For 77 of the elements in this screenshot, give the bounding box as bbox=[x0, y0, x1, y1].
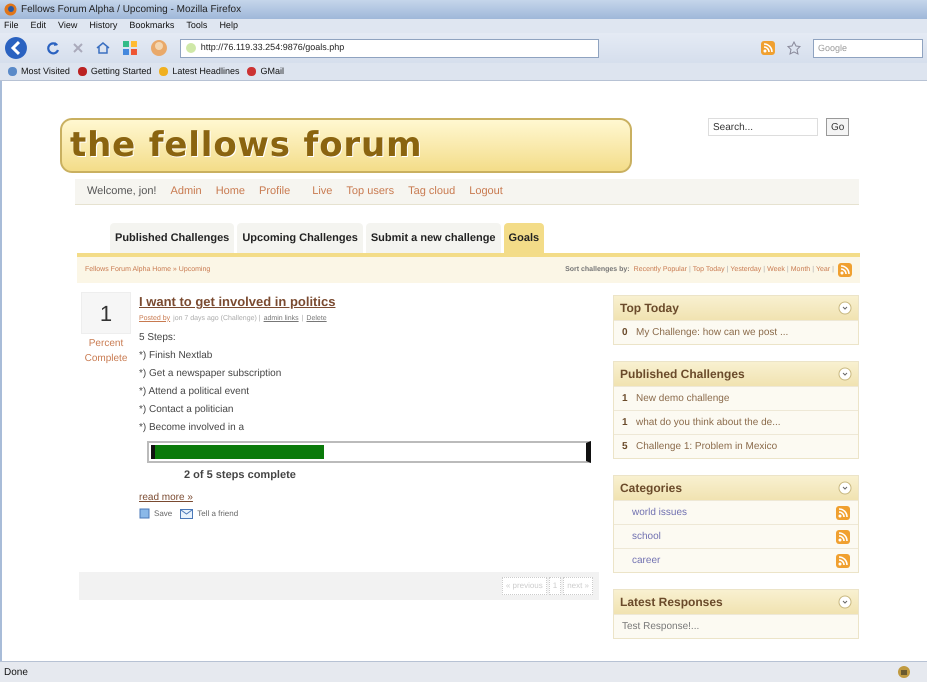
menu-item[interactable]: Bookmarks bbox=[129, 19, 174, 33]
step-item: *) Contact a politician bbox=[139, 403, 234, 417]
step-item: *) Finish Nextlab bbox=[139, 349, 214, 363]
welcome-text: Welcome, jon! bbox=[87, 184, 156, 200]
logo-text: the fellows forum bbox=[70, 124, 422, 167]
panel-title: Top Today bbox=[620, 300, 679, 317]
nav-link[interactable]: Profile bbox=[259, 183, 290, 200]
tab[interactable]: Upcoming Challenges bbox=[237, 223, 363, 253]
feed-icon[interactable] bbox=[761, 41, 776, 55]
tell-a-friend-link[interactable]: Tell a friend bbox=[180, 508, 238, 520]
go-button[interactable]: Go bbox=[826, 118, 850, 136]
feed-icon[interactable] bbox=[836, 554, 850, 568]
challenge-link[interactable]: My Challenge: how can we post ... bbox=[636, 325, 788, 340]
nav-link[interactable]: Live bbox=[312, 183, 332, 200]
bookmark-item[interactable]: Latest Headlines bbox=[159, 64, 240, 78]
menu-item[interactable]: Edit bbox=[30, 19, 46, 33]
address-text: http://76.119.33.254:9876/goals.php bbox=[200, 41, 344, 54]
panel-title: Latest Responses bbox=[620, 594, 723, 611]
search-field[interactable]: Search... bbox=[708, 118, 818, 136]
post-title-link[interactable]: I want to get involved in politics bbox=[139, 292, 591, 312]
menu-item[interactable]: History bbox=[89, 19, 118, 33]
vote-count: 1 bbox=[622, 392, 628, 406]
collapse-icon[interactable] bbox=[838, 481, 852, 495]
bookmark-item[interactable]: Most Visited bbox=[8, 64, 70, 78]
collapse-icon[interactable] bbox=[838, 595, 852, 609]
vote-count: 0 bbox=[622, 326, 628, 340]
web-search-field[interactable]: Google bbox=[812, 38, 923, 58]
tab[interactable]: Goals bbox=[504, 223, 544, 253]
save-icon[interactable] bbox=[139, 508, 150, 519]
count-box: 1 bbox=[81, 292, 131, 334]
nav-link[interactable]: Logout bbox=[469, 183, 503, 200]
home-icon[interactable] bbox=[96, 42, 110, 54]
address-bar[interactable]: http://76.119.33.254:9876/goals.php bbox=[180, 38, 600, 58]
challenge-link[interactable]: Challenge 1: Problem in Mexico bbox=[636, 439, 778, 454]
panel-title: Published Challenges bbox=[620, 366, 745, 383]
nav-link[interactable]: Tag cloud bbox=[408, 183, 456, 200]
feed-icon[interactable] bbox=[836, 506, 850, 520]
bookmark-item[interactable]: Getting Started bbox=[78, 64, 152, 78]
vote-count: 1 bbox=[622, 416, 628, 430]
status-icon[interactable] bbox=[897, 665, 911, 679]
feed-icon[interactable] bbox=[838, 263, 852, 277]
category-link[interactable]: career bbox=[632, 553, 660, 568]
vote-count: 5 bbox=[622, 440, 628, 454]
star-icon[interactable] bbox=[787, 41, 801, 55]
nav-link[interactable]: Admin bbox=[170, 183, 202, 200]
save-link[interactable]: Save bbox=[139, 508, 172, 520]
panel-title: Categories bbox=[620, 480, 682, 497]
reload-icon[interactable] bbox=[46, 41, 60, 55]
response-link[interactable]: Test Response!... bbox=[622, 619, 700, 634]
count-label: Percent Complete bbox=[84, 337, 128, 366]
step-item: *) Become involved in a bbox=[139, 421, 246, 435]
collapse-icon[interactable] bbox=[838, 367, 852, 381]
collapse-icon[interactable] bbox=[838, 301, 852, 315]
step-item: *) Get a newspaper subscription bbox=[139, 367, 282, 381]
menu-item[interactable]: File bbox=[4, 19, 19, 33]
bookmark-item[interactable]: GMail bbox=[247, 64, 284, 78]
window-title: Fellows Forum Alpha / Upcoming - Mozilla Firefox bbox=[21, 3, 242, 17]
envelope-icon[interactable] bbox=[180, 508, 194, 518]
step-item: *) Attend a political event bbox=[139, 385, 250, 399]
grid-icon[interactable] bbox=[122, 40, 138, 56]
challenge-link[interactable]: what do you think about the de... bbox=[636, 415, 781, 430]
steps-heading: 5 Steps: bbox=[139, 331, 177, 345]
status-text: Done bbox=[4, 666, 28, 680]
category-link[interactable]: world issues bbox=[632, 505, 688, 520]
read-more-link[interactable]: read more » bbox=[139, 490, 591, 504]
menu-item[interactable]: View bbox=[58, 19, 78, 33]
nav-link[interactable]: Top users bbox=[346, 183, 394, 200]
category-link[interactable]: school bbox=[632, 529, 661, 544]
progress-caption: 2 of 5 steps complete bbox=[184, 468, 297, 483]
feed-icon[interactable] bbox=[836, 530, 850, 544]
menu-item[interactable]: Tools bbox=[186, 19, 208, 33]
challenge-link[interactable]: New demo challenge bbox=[636, 391, 730, 406]
tab[interactable]: Submit a new challenge bbox=[366, 223, 501, 253]
browser-logo-icon[interactable] bbox=[4, 3, 17, 16]
tab[interactable]: Published Challenges bbox=[110, 223, 234, 253]
menu-item[interactable]: Help bbox=[219, 19, 238, 33]
nav-link[interactable]: Home bbox=[216, 183, 246, 200]
